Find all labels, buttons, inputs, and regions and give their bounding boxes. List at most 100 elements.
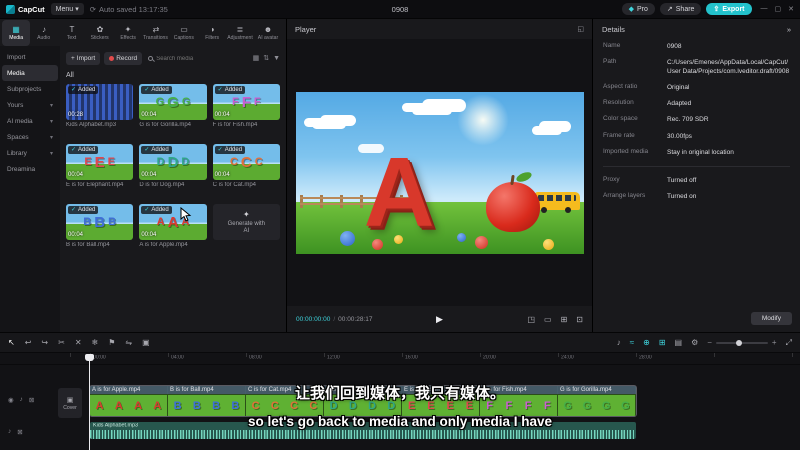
media-item-e-elephant[interactable]: ✓ Added EEE 00:04 E is for Elephant.mp4 bbox=[66, 144, 134, 196]
pro-button[interactable]: ◆ Pro bbox=[621, 3, 655, 15]
cover-button[interactable]: ▣ Cover bbox=[58, 388, 82, 418]
delete-icon[interactable]: ✕ bbox=[75, 338, 82, 347]
hide-track-icon[interactable]: ◉ bbox=[8, 396, 14, 404]
menu-button[interactable]: Menu ▾ bbox=[50, 3, 84, 15]
sort-icon[interactable]: ⇅ bbox=[263, 55, 269, 62]
fit-timeline-icon[interactable]: ⤢ bbox=[786, 338, 792, 347]
fit-icon[interactable]: ⊞ bbox=[561, 315, 568, 324]
zoom-out-icon[interactable]: − bbox=[707, 338, 712, 347]
tab-effects[interactable]: ✦ Effects bbox=[114, 20, 142, 46]
media-item-g-gorilla[interactable]: ✓ Added GGG 00:04 G is for Gorilla.mp4 bbox=[139, 84, 207, 136]
playhead-handle[interactable] bbox=[85, 354, 94, 361]
apple bbox=[485, 181, 540, 232]
import-button[interactable]: + Import bbox=[66, 52, 101, 65]
mirror-icon[interactable]: ⇋ bbox=[125, 338, 132, 347]
section-label-all: All bbox=[66, 72, 74, 79]
clip-g-gorilla[interactable]: G is for Gorilla.mp4 GGGG bbox=[558, 386, 636, 416]
undo-icon[interactable]: ↩ bbox=[25, 338, 32, 347]
media-item-c-cat[interactable]: ✓ Added CCC 00:04 C is for Cat.mp4 bbox=[212, 144, 280, 196]
auto-snap-icon[interactable]: ⊞ bbox=[659, 338, 666, 347]
share-button[interactable]: ↗ Share bbox=[659, 3, 702, 15]
record-button[interactable]: Record bbox=[104, 52, 143, 65]
media-item-f-fish[interactable]: ✓ Added FFF 00:04 F is for Fish.mp4 bbox=[212, 84, 280, 136]
sidebar-item-dreamina[interactable]: Dreamina bbox=[2, 161, 58, 177]
modify-button[interactable]: Modify bbox=[750, 312, 792, 325]
search-icon bbox=[148, 56, 154, 61]
magnetic-icon[interactable]: ≈ bbox=[630, 338, 634, 347]
tab-transitions[interactable]: ⇄ Transitions bbox=[142, 20, 170, 46]
clip-f-fish[interactable]: F is for Fish.mp4 FFFF bbox=[480, 386, 558, 416]
detach-player-icon[interactable]: ◱ bbox=[577, 25, 584, 33]
sidebar-item-subprojects[interactable]: Subprojects bbox=[2, 81, 58, 97]
preview-quality-icon[interactable]: ◳ bbox=[527, 315, 535, 324]
tab-adjustment[interactable]: ≣ Adjustment bbox=[226, 20, 254, 46]
tab-media[interactable]: ▦ Media bbox=[2, 20, 30, 46]
clip-d-dog[interactable]: D is for Dog.mp4 DDDD bbox=[324, 386, 402, 416]
minimize-button[interactable]: — bbox=[761, 5, 768, 13]
ai-avatar-icon: ☻ bbox=[263, 24, 273, 34]
track-height-icon[interactable]: ▤ bbox=[675, 338, 683, 347]
media-item-d-dog[interactable]: ✓ Added DDD 00:04 D is for Dog.mp4 bbox=[139, 144, 207, 196]
media-sidebar: Import Media Subprojects Yours ▾ AI media… bbox=[0, 46, 60, 332]
split-icon[interactable]: ✂ bbox=[58, 338, 65, 347]
freeze-frame-icon[interactable]: ❄ bbox=[92, 338, 99, 347]
maximize-button[interactable]: ▢ bbox=[775, 5, 782, 13]
sidebar-item-library[interactable]: Library ▾ bbox=[2, 145, 58, 161]
sidebar-item-yours[interactable]: Yours ▾ bbox=[2, 97, 58, 113]
linkage-icon[interactable]: ⊕ bbox=[643, 338, 650, 347]
mute-track-icon[interactable]: ♪ bbox=[617, 338, 621, 347]
export-button[interactable]: ⇪ Export bbox=[706, 3, 752, 15]
audio-clip[interactable]: Kids Alphabet.mp3 bbox=[90, 422, 636, 439]
play-button[interactable]: ▶ bbox=[436, 314, 443, 325]
mute-audio-track-icon[interactable]: ♪ bbox=[8, 428, 11, 436]
zoom-knob[interactable] bbox=[735, 339, 742, 346]
media-search[interactable] bbox=[146, 55, 248, 62]
tab-stickers[interactable]: ✿ Stickers bbox=[86, 20, 114, 46]
tab-filters[interactable]: ◑ Filters bbox=[198, 20, 226, 46]
timeline-zoom-slider[interactable] bbox=[715, 339, 768, 346]
generate-ai-card[interactable]: ✦ Generate with AI bbox=[212, 204, 280, 256]
fullscreen-icon[interactable]: ⊡ bbox=[576, 315, 583, 324]
lock-track-icon[interactable]: ⊠ bbox=[29, 396, 34, 404]
search-input[interactable] bbox=[156, 55, 247, 62]
playhead[interactable] bbox=[89, 354, 90, 450]
collapse-panel-icon[interactable]: » bbox=[787, 25, 791, 34]
tab-audio[interactable]: ♪ Audio bbox=[30, 20, 58, 46]
video-thumbnail: ✓ Added GGG 00:04 bbox=[139, 84, 207, 120]
video-preview[interactable]: A bbox=[295, 91, 584, 254]
lock-audio-track-icon[interactable]: ⊠ bbox=[17, 428, 22, 436]
close-button[interactable]: ✕ bbox=[788, 5, 794, 13]
duration-label: 00:04 bbox=[141, 172, 157, 178]
clip-c-cat[interactable]: C is for Cat.mp4 CCCC bbox=[246, 386, 324, 416]
tab-text[interactable]: T Text bbox=[58, 20, 86, 46]
grid-view-icon[interactable]: ▦ bbox=[253, 55, 260, 62]
marker-icon[interactable]: ⚑ bbox=[108, 338, 115, 347]
filters-icon: ◑ bbox=[209, 24, 215, 34]
tab-ai-avatar[interactable]: ☻ AI avatar bbox=[254, 20, 282, 46]
select-tool-icon[interactable]: ↖ bbox=[8, 338, 15, 347]
clip-a-apple[interactable]: A is for Apple.mp4 AAAA bbox=[90, 386, 168, 416]
clip-b-ball[interactable]: B is for Ball.mp4 BBBB bbox=[168, 386, 246, 416]
timeline-settings-icon[interactable]: ⚙ bbox=[691, 338, 698, 347]
sidebar-item-ai-media[interactable]: AI media ▾ bbox=[2, 113, 58, 129]
video-track-header: ◉ ♪ ⊠ bbox=[8, 396, 34, 404]
media-item-a-apple[interactable]: ✓ Added AAA 00:04 A is for Apple.mp4 bbox=[139, 204, 207, 256]
sidebar-item-import[interactable]: Import bbox=[2, 49, 58, 65]
media-grid: ✓ Added 00:28 Kids Alphabet.mp3 ✓ Added GG… bbox=[66, 84, 280, 256]
ball bbox=[339, 230, 355, 246]
current-time: 00:00:00:00 bbox=[296, 315, 331, 323]
clip-e-elephant[interactable]: E is for Elephant.mp4 EEEE bbox=[402, 386, 480, 416]
filter-icon[interactable]: ▼ bbox=[273, 55, 280, 62]
captions-icon: ▭ bbox=[180, 24, 188, 34]
tab-captions[interactable]: ▭ Captions bbox=[170, 20, 198, 46]
crop-icon[interactable]: ▣ bbox=[142, 338, 150, 347]
sidebar-item-spaces[interactable]: Spaces ▾ bbox=[2, 129, 58, 145]
timeline-ruler[interactable]: 00:00 04:00 08:00 12:00 16:00 20:00 24:0… bbox=[0, 353, 800, 365]
ratio-icon[interactable]: ▭ bbox=[544, 315, 552, 324]
media-item-b-ball[interactable]: ✓ Added BBB 00:04 B is for Ball.mp4 bbox=[66, 204, 134, 256]
mute-video-track-icon[interactable]: ♪ bbox=[20, 396, 23, 404]
zoom-in-icon[interactable]: + bbox=[772, 338, 777, 347]
media-item-kids-alphabet[interactable]: ✓ Added 00:28 Kids Alphabet.mp3 bbox=[66, 84, 134, 136]
sidebar-item-media[interactable]: Media bbox=[2, 65, 58, 81]
redo-icon[interactable]: ↪ bbox=[41, 338, 48, 347]
